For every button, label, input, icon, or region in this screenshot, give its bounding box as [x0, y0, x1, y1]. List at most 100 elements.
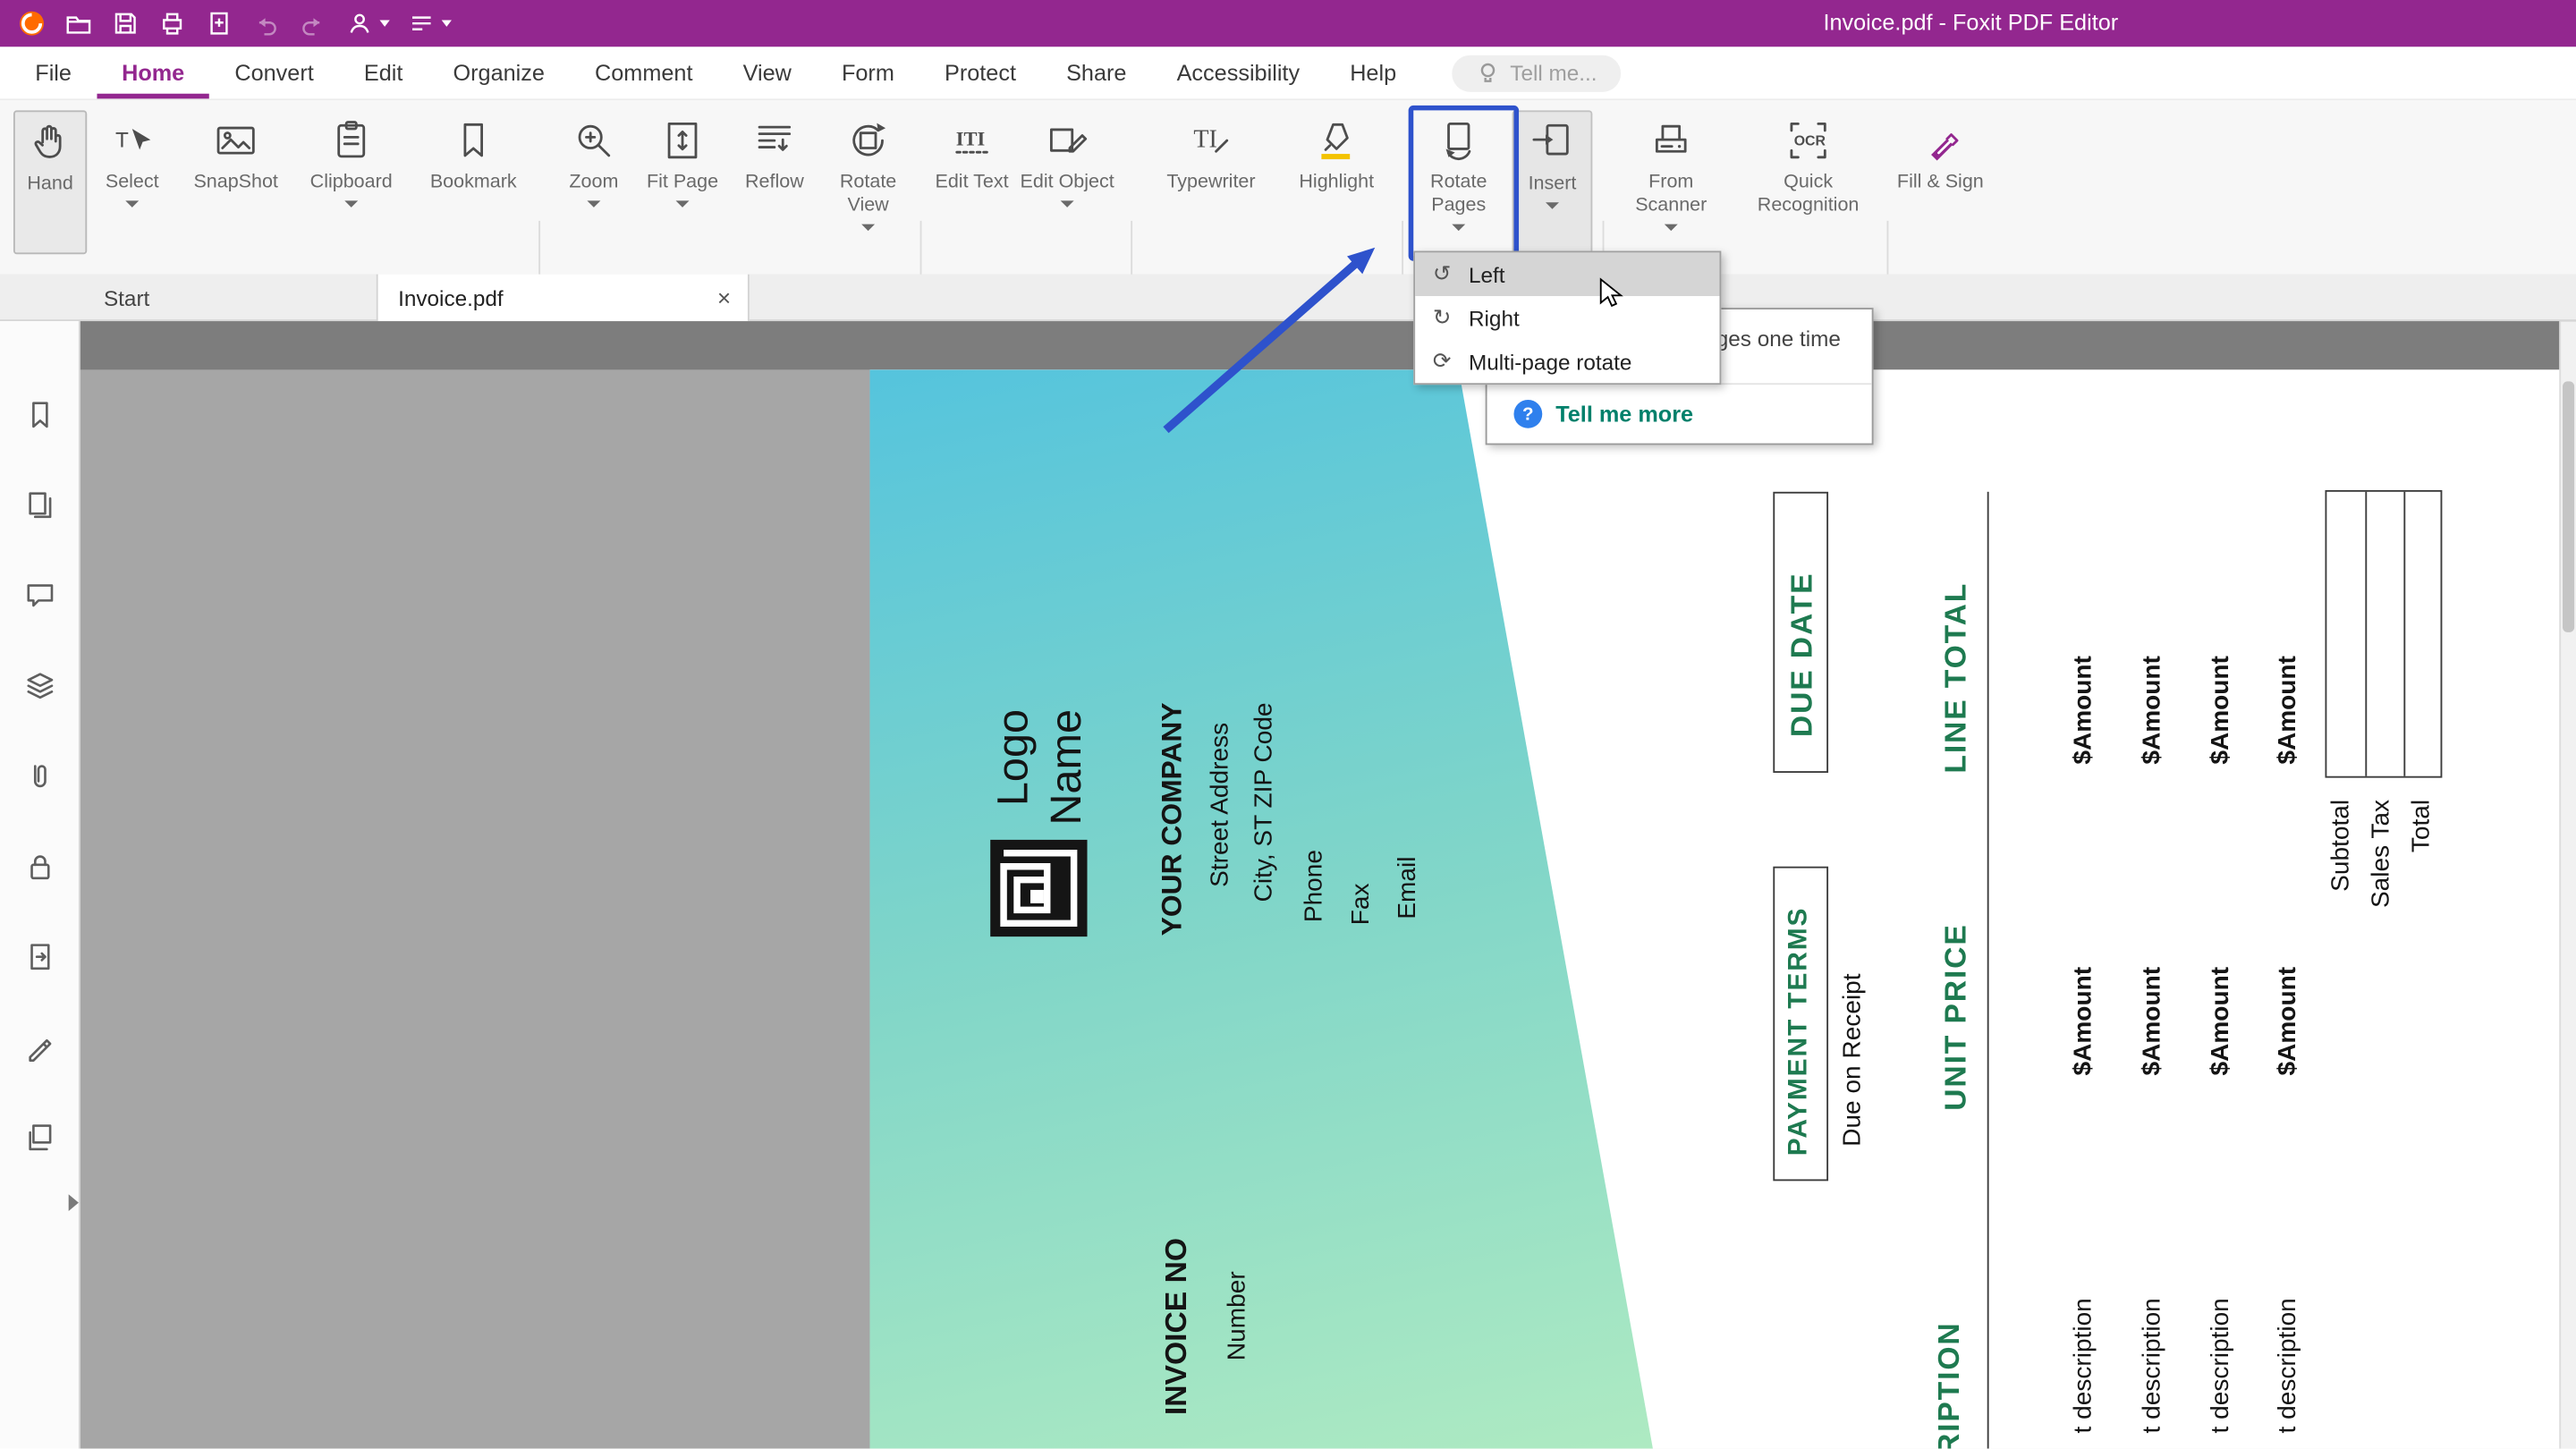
menu-item-rotate-left[interactable]: ↺ Left	[1415, 252, 1720, 297]
menu-convert[interactable]: Convert	[209, 47, 339, 98]
description-item: t description	[2206, 1298, 2235, 1434]
print-icon[interactable]	[157, 8, 188, 38]
rotate-view-button[interactable]: Rotate View	[823, 110, 913, 254]
customize-toolbar-icon[interactable]	[406, 8, 436, 38]
bookmarks-panel-icon[interactable]	[23, 398, 56, 431]
tellme-search[interactable]: Tell me...	[1451, 54, 1621, 91]
scrollbar-thumb[interactable]	[2563, 381, 2575, 632]
svg-text:T: T	[115, 129, 129, 153]
destinations-panel-icon[interactable]	[23, 940, 56, 973]
fill-sign-button[interactable]: Fill & Sign	[1897, 110, 1984, 254]
edit-text-button[interactable]: ITI Edit Text	[930, 110, 1014, 254]
foxit-logo	[17, 8, 47, 38]
caret-down-icon	[587, 200, 601, 208]
expand-panel-icon[interactable]	[68, 1194, 79, 1211]
menu-protect[interactable]: Protect	[919, 47, 1041, 98]
attachments-panel-icon[interactable]	[23, 759, 56, 792]
ribbon-label: Insert	[1528, 174, 1577, 194]
close-tab-icon[interactable]: ×	[717, 284, 731, 311]
tooltip-text: ges one time	[1716, 326, 1841, 352]
unit-price-amount: $Amount	[2069, 966, 2098, 1076]
line-total-amount: $Amount	[2273, 656, 2302, 765]
stamps-panel-icon[interactable]	[23, 1121, 56, 1154]
menu-file[interactable]: File	[10, 47, 97, 98]
select-tool-button[interactable]: T Select	[94, 110, 171, 254]
security-panel-icon[interactable]	[23, 850, 56, 883]
ribbon-label: Highlight	[1299, 172, 1375, 193]
due-date-label: DUE DATE	[1784, 572, 1818, 738]
ribbon-label: Edit Text	[935, 172, 1009, 193]
tellme-placeholder: Tell me...	[1510, 60, 1597, 86]
menu-share[interactable]: Share	[1041, 47, 1151, 98]
edit-object-button[interactable]: Edit Object	[1017, 110, 1117, 254]
edit-text-icon: ITI	[948, 117, 995, 164]
fill-sign-pen-icon	[1917, 117, 1963, 164]
company-phone: Phone	[1300, 850, 1328, 923]
menu-accessibility[interactable]: Accessibility	[1152, 47, 1326, 98]
line-total-amount: $Amount	[2138, 656, 2166, 765]
viewport-top-band	[80, 321, 2576, 370]
typewriter-button[interactable]: TI Typewriter	[1144, 110, 1278, 254]
ribbon-label: Clipboard	[309, 172, 393, 193]
signature-panel-icon[interactable]	[23, 1030, 56, 1063]
vertical-scrollbar[interactable]	[2559, 321, 2576, 1449]
menu-form[interactable]: Form	[817, 47, 919, 98]
ribbon-label: Fill & Sign	[1896, 172, 1984, 193]
menu-help[interactable]: Help	[1325, 47, 1421, 98]
company-address1: Street Address	[1206, 722, 1235, 887]
caret-down-icon	[1452, 223, 1466, 231]
zoom-button[interactable]: Zoom	[552, 110, 636, 254]
menu-item-multi-page-rotate[interactable]: ⟳ Multi-page rotate	[1415, 340, 1719, 384]
select-icon: T	[109, 117, 156, 164]
payment-terms-value: Due on Receipt	[1838, 973, 1868, 1147]
tab-start[interactable]: Start	[80, 274, 378, 322]
redo-icon[interactable]	[298, 8, 328, 38]
description-label: RIPTION	[1932, 1321, 1966, 1449]
quick-recognition-button[interactable]: OCR Quick Recognition	[1740, 110, 1877, 254]
save-icon[interactable]	[110, 8, 140, 38]
menu-home[interactable]: Home	[97, 47, 210, 99]
ribbon-label: From Scanner	[1635, 172, 1707, 216]
create-pdf-icon[interactable]	[204, 8, 234, 38]
layers-panel-icon[interactable]	[23, 669, 56, 702]
titlebar: Invoice.pdf - Foxit PDF Editor	[0, 0, 2576, 47]
ribbon-label: Select	[105, 172, 159, 193]
hand-tool-button[interactable]: Hand	[13, 110, 88, 255]
logo-text-line1: Logo	[987, 708, 1038, 807]
rotate-pages-button[interactable]: Rotate Pages	[1411, 110, 1505, 254]
menu-view[interactable]: View	[718, 47, 817, 98]
total-label: Total	[2407, 799, 2436, 853]
menu-comment[interactable]: Comment	[570, 47, 718, 98]
menu-item-rotate-right[interactable]: ↻ Right	[1415, 296, 1719, 340]
tell-me-more-link[interactable]: Tell me more	[1555, 402, 1693, 427]
menu-edit[interactable]: Edit	[339, 47, 428, 98]
fit-page-button[interactable]: Fit Page	[642, 110, 723, 254]
pages-panel-icon[interactable]	[23, 488, 56, 521]
menu-organize[interactable]: Organize	[428, 47, 570, 98]
clipboard-button[interactable]: Clipboard	[298, 110, 405, 254]
share-icon[interactable]	[344, 8, 375, 38]
insert-button[interactable]: Insert	[1512, 110, 1593, 255]
tab-invoice-pdf[interactable]: Invoice.pdf ×	[377, 274, 750, 322]
invoice-no-value: Number	[1223, 1271, 1251, 1361]
comments-panel-icon[interactable]	[23, 579, 56, 612]
undo-icon[interactable]	[251, 8, 282, 38]
svg-text:ITI: ITI	[956, 128, 985, 150]
snapshot-button[interactable]: SnapShot	[184, 110, 288, 254]
tooltip-footer: ? Tell me more	[1487, 383, 1872, 443]
menu-item-label: Right	[1468, 305, 1520, 331]
bookmark-button[interactable]: Bookmark	[419, 110, 529, 254]
description-item: t description	[2138, 1298, 2166, 1434]
highlight-button[interactable]: Highlight	[1284, 110, 1388, 254]
ribbon-label: Zoom	[569, 172, 619, 193]
document-viewport[interactable]: Logo Name YOUR COMPANY Street Address Ci…	[80, 321, 2576, 1449]
sales-tax-label: Sales Tax	[2367, 799, 2396, 909]
from-scanner-button[interactable]: From Scanner	[1616, 110, 1726, 254]
reflow-button[interactable]: Reflow	[729, 110, 819, 254]
caret-down-icon	[861, 223, 876, 231]
open-folder-icon[interactable]	[64, 8, 94, 38]
line-total-amount: $Amount	[2206, 656, 2235, 765]
caret-down-icon	[675, 200, 690, 208]
navigation-sidebar	[0, 321, 80, 1449]
fit-page-icon	[659, 117, 706, 164]
